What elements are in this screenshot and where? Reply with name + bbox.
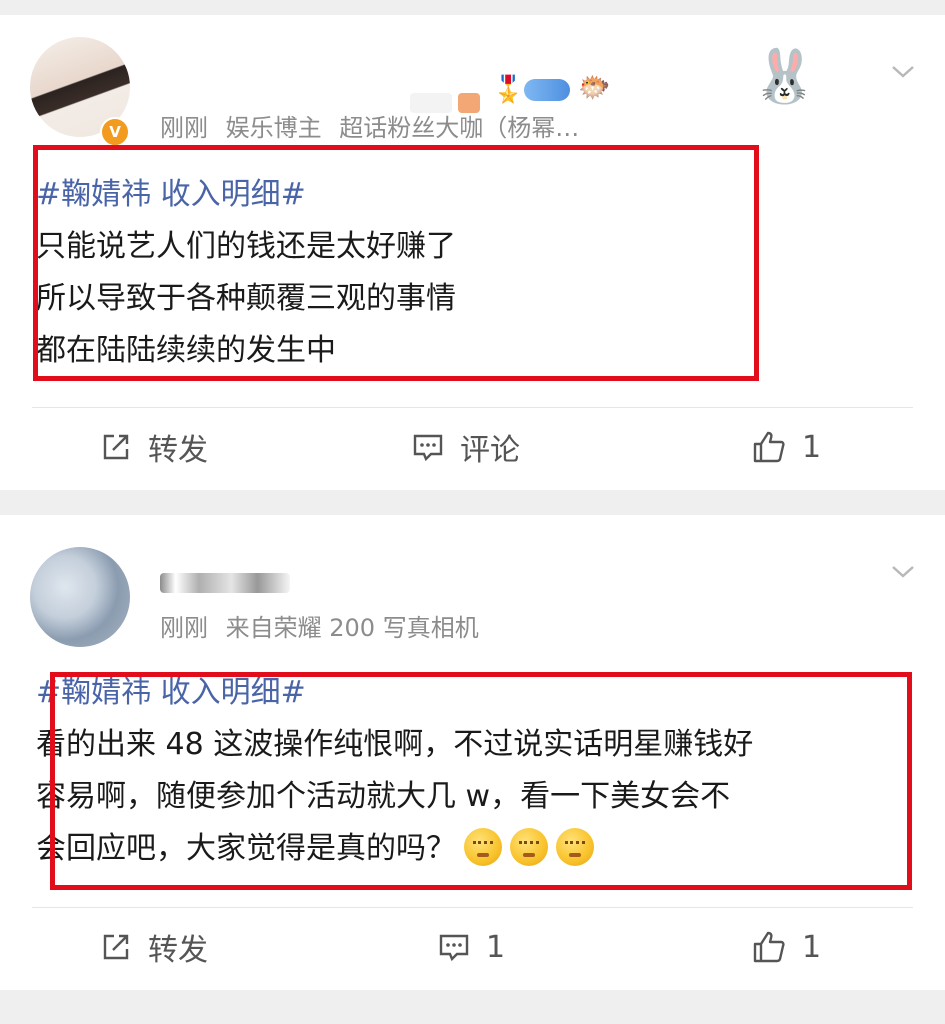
- post-meta: 刚刚 娱乐博主 超话粉丝大咖（杨幂…: [160, 108, 589, 143]
- like-count: 1: [802, 429, 822, 465]
- like-count: 1: [802, 929, 822, 965]
- chevron-down-icon[interactable]: [889, 57, 917, 85]
- highlight-box: [33, 145, 759, 381]
- post-time: 刚刚: [160, 114, 208, 142]
- like-button[interactable]: 1: [752, 917, 821, 977]
- like-button[interactable]: 1: [752, 417, 821, 477]
- fan-badge-icon: 🎖️: [492, 75, 525, 105]
- like-icon: [753, 931, 785, 963]
- comment-icon: [413, 434, 443, 462]
- verified-badge-icon: V: [100, 117, 130, 147]
- repost-label: 转发: [148, 933, 208, 968]
- comment-button[interactable]: 1: [438, 917, 505, 977]
- user-tag[interactable]: 超话粉丝大咖（杨幂…: [339, 114, 579, 142]
- action-bar: 转发 评论 1: [0, 417, 945, 477]
- divider: [32, 907, 913, 908]
- repost-icon: [103, 434, 129, 460]
- repost-icon: [103, 934, 129, 960]
- fish-badge-icon: 🐡: [578, 73, 611, 103]
- weibo-feed: V 🎖️ 🐡 🐰 刚刚 娱乐博主 超话粉丝大咖（杨幂… #鞠婧祎 收入明细# 只…: [0, 0, 945, 1024]
- chevron-down-icon[interactable]: [889, 557, 917, 585]
- repost-button[interactable]: 转发: [100, 417, 208, 477]
- level-badge-icon: [524, 79, 570, 101]
- repost-label: 转发: [148, 433, 208, 468]
- comment-count: 1: [486, 929, 506, 965]
- post-card: V 🎖️ 🐡 🐰 刚刚 娱乐博主 超话粉丝大咖（杨幂… #鞠婧祎 收入明细# 只…: [0, 15, 945, 490]
- divider: [32, 407, 913, 408]
- post-time: 刚刚: [160, 614, 208, 642]
- post-card: 刚刚 来自荣耀 200 写真相机 #鞠婧祎 收入明细# 看的出来 48 这波操作…: [0, 515, 945, 990]
- user-role: 娱乐博主: [225, 114, 322, 142]
- comment-label: 评论: [460, 433, 520, 468]
- post-source[interactable]: 来自荣耀 200 写真相机: [226, 614, 479, 642]
- comment-button[interactable]: 评论: [412, 417, 520, 477]
- highlight-box: [50, 672, 912, 890]
- repost-button[interactable]: 转发: [100, 917, 208, 977]
- like-icon: [753, 431, 785, 463]
- comment-icon: [439, 934, 469, 962]
- action-bar: 转发 1 1: [0, 917, 945, 977]
- username-blurred[interactable]: [160, 573, 290, 593]
- decoration-sticker-icon: 🐰: [752, 47, 817, 107]
- avatar[interactable]: [30, 547, 130, 647]
- post-meta: 刚刚 来自荣耀 200 写真相机: [160, 608, 489, 643]
